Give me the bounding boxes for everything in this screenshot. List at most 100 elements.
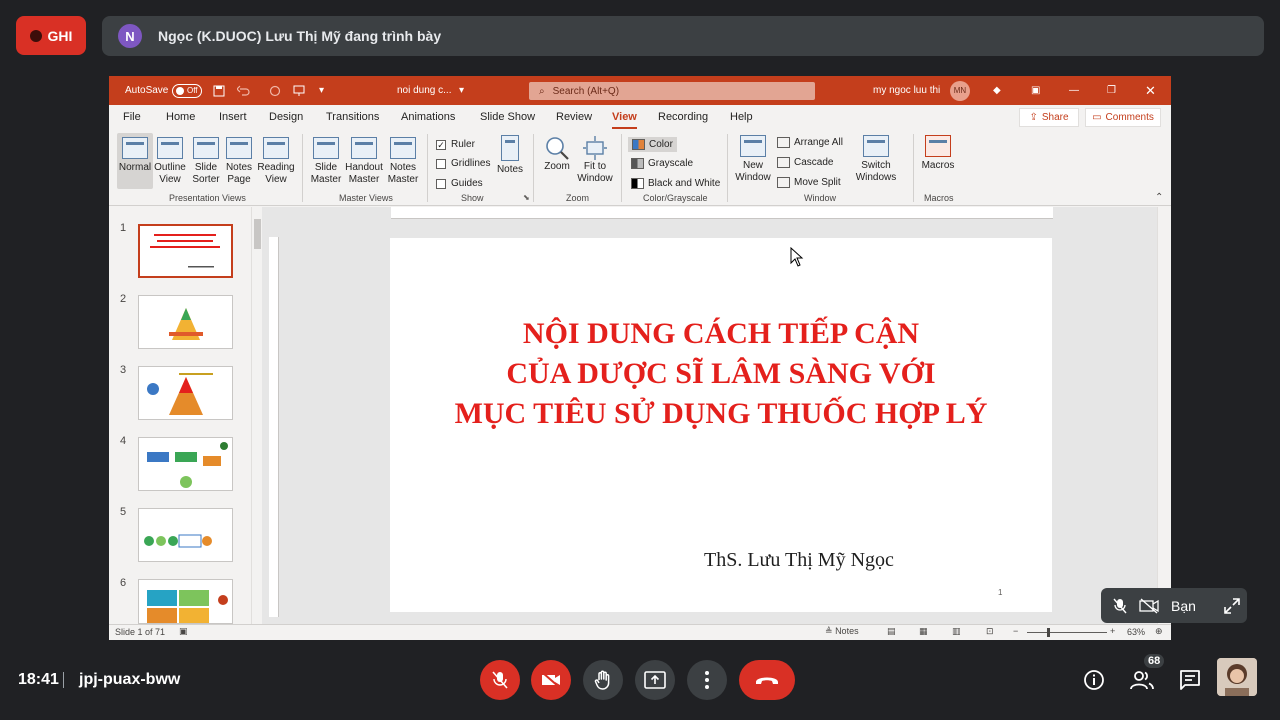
slide-thumbnail-3[interactable] (138, 366, 233, 420)
save-icon[interactable] (213, 76, 225, 105)
ruler-checkbox[interactable]: ✓ Ruler (436, 139, 475, 150)
thumb-number: 6 (120, 577, 127, 589)
tab-home[interactable]: Home (166, 111, 195, 123)
zoom-in-icon[interactable]: + (1110, 626, 1115, 636)
notes-page-button[interactable]: Notes Page (223, 137, 255, 186)
fit-slide-icon[interactable]: ⊕ (1155, 626, 1163, 637)
zoom-out-icon[interactable]: − (1013, 626, 1018, 636)
raise-hand-button[interactable] (583, 660, 623, 700)
slide-thumbnail-1[interactable] (138, 224, 233, 278)
color-button[interactable]: Color (628, 137, 677, 152)
redo-icon[interactable] (269, 76, 281, 105)
tab-help[interactable]: Help (730, 111, 753, 123)
tab-file[interactable]: File (123, 111, 141, 123)
slide-thumbnail-2[interactable] (138, 295, 233, 349)
comments-button[interactable]: ▭ Comments (1085, 108, 1161, 127)
slide-master-button[interactable]: Slide Master (309, 137, 343, 186)
chat-button[interactable] (1178, 668, 1202, 692)
gridlines-checkbox[interactable]: Gridlines (436, 158, 490, 169)
notes-button[interactable]: Notes (495, 135, 525, 176)
tab-review[interactable]: Review (556, 111, 592, 123)
guides-checkbox[interactable]: Guides (436, 178, 483, 189)
present-now-button[interactable] (635, 660, 675, 700)
cascade-button[interactable]: Cascade (777, 157, 833, 168)
tab-design[interactable]: Design (269, 111, 303, 123)
grayscale-button[interactable]: Grayscale (631, 158, 693, 169)
slide-thumbnail-4[interactable] (138, 437, 233, 491)
expand-icon[interactable] (1224, 597, 1240, 614)
reading-view-icon[interactable]: ▥ (952, 626, 961, 637)
restore-icon[interactable]: ❐ (1107, 76, 1116, 105)
slide-sorter-button[interactable]: Slide Sorter (189, 137, 223, 186)
leave-call-button[interactable] (739, 660, 795, 700)
current-slide[interactable]: NỘI DUNG CÁCH TIẾP CẬN CỦA DƯỢC SĨ LÂM S… (390, 238, 1052, 612)
self-avatar[interactable] (1217, 658, 1257, 696)
file-name[interactable]: noi dung c... (397, 76, 451, 105)
ribbon: Normal Outline View Slide Sorter Notes P… (109, 130, 1171, 206)
notes-master-button[interactable]: Notes Master (385, 137, 421, 186)
tab-recording[interactable]: Recording (658, 111, 708, 123)
meeting-code[interactable]: jpj-puax-bww (79, 671, 180, 689)
scrollbar-thumb[interactable] (254, 219, 261, 249)
zoom-slider-thumb[interactable] (1047, 628, 1050, 637)
accessibility-icon[interactable]: ▣ (179, 626, 188, 637)
collapse-ribbon-icon[interactable]: ⌃ (1155, 192, 1163, 203)
slide-thumbnail-5[interactable] (138, 508, 233, 562)
meeting-details-button[interactable] (1082, 668, 1106, 692)
slide-show-icon[interactable]: ⊡ (986, 626, 994, 637)
slide-number: 1 (998, 588, 1003, 597)
participants-badge: 68 (1144, 654, 1165, 668)
undo-icon[interactable] (237, 76, 251, 105)
tab-animations[interactable]: Animations (401, 111, 455, 123)
diamond-icon[interactable]: ◆ (993, 76, 1001, 105)
tab-view[interactable]: View (612, 111, 637, 129)
thumbnails-scrollbar[interactable] (251, 207, 262, 624)
slide-title[interactable]: NỘI DUNG CÁCH TIẾP CẬN CỦA DƯỢC SĨ LÂM S… (390, 314, 1052, 434)
minimize-icon[interactable]: — (1069, 76, 1079, 105)
slide-thumbnail-6[interactable] (138, 579, 233, 624)
zoom-button[interactable]: Zoom (541, 135, 573, 173)
presenter-text: Ngọc (K.DUOC) Lưu Thị Mỹ đang trình bày (158, 28, 442, 44)
customize-toolbar-icon[interactable]: ▾ (319, 76, 324, 105)
people-button[interactable] (1130, 668, 1154, 692)
close-icon[interactable]: ✕ (1145, 76, 1156, 105)
move-split-button[interactable]: Move Split (777, 177, 841, 188)
macros-button[interactable]: Macros (919, 135, 957, 172)
normal-view-button[interactable]: Normal (117, 133, 153, 189)
mic-toggle-button[interactable] (480, 660, 520, 700)
switch-windows-button[interactable]: Switch Windows (849, 135, 903, 184)
file-name-chevron-icon[interactable]: ▾ (459, 76, 464, 105)
present-icon[interactable] (293, 76, 305, 105)
tab-slide-show[interactable]: Slide Show (480, 111, 535, 123)
tab-transitions[interactable]: Transitions (326, 111, 379, 123)
slide-thumbnails-pane: 1 2 3 4 5 6 (109, 207, 262, 624)
reading-view-button[interactable]: Reading View (257, 137, 295, 186)
tab-insert[interactable]: Insert (219, 111, 247, 123)
slide-scrollbar[interactable] (1157, 207, 1171, 624)
slide-author[interactable]: ThS. Lưu Thị Mỹ Ngọc (704, 549, 894, 572)
more-options-button[interactable] (687, 660, 727, 700)
zoom-magnifier-icon (546, 137, 569, 160)
clock: 18:41 (18, 671, 59, 688)
record-button[interactable]: GHI (16, 16, 86, 55)
zoom-percent[interactable]: 63% (1127, 627, 1145, 637)
notes-toggle[interactable]: ≜ Notes (825, 626, 859, 637)
arrange-all-button[interactable]: Arrange All (777, 137, 843, 148)
normal-view-icon[interactable]: ▤ (887, 626, 896, 637)
black-white-button[interactable]: Black and White (631, 178, 720, 189)
share-button[interactable]: ⇪ Share (1019, 108, 1079, 127)
search-box[interactable]: ⌕ Search (Alt+Q) (529, 82, 815, 100)
user-avatar[interactable]: MN (950, 76, 970, 105)
camera-toggle-button[interactable] (531, 660, 571, 700)
zoom-slider[interactable] (1027, 632, 1107, 633)
camera-off-icon (542, 672, 560, 688)
outline-view-button[interactable]: Outline View (153, 137, 187, 186)
fit-to-window-button[interactable]: Fit to Window (575, 135, 615, 185)
new-window-button[interactable]: New Window (733, 135, 773, 184)
ribbon-display-icon[interactable]: ▣ (1031, 76, 1040, 105)
dialog-launcher-icon[interactable]: ⬊ (523, 193, 530, 202)
autosave-toggle[interactable]: Off (172, 76, 202, 105)
slide-sorter-icon[interactable]: ▦ (919, 626, 928, 637)
handout-master-button[interactable]: Handout Master (343, 137, 385, 186)
status-bar: Slide 1 of 71 ▣ ≜ Notes ▤ ▦ ▥ ⊡ − + 63% … (109, 624, 1171, 640)
